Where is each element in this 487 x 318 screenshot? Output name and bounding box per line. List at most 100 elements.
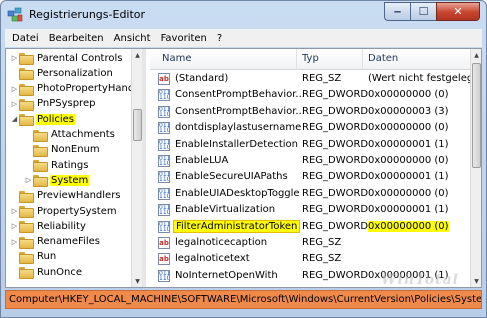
tree-item-label: PnPSysprep [37,98,96,110]
value-row[interactable]: 011 110 EnableVirtualization REG_DWORD 0x00… [150,203,470,218]
expand-arrow-icon[interactable]: ▷ [24,176,33,184]
value-row[interactable]: 011 110 EnableUIADesktopToggle REG_DWORD 0x… [150,187,470,202]
tree-item-label: RenameFiles [37,236,100,248]
value-data: 0x00000000 (0) [368,220,449,232]
value-name: EnableInstallerDetection [175,138,299,150]
value-row[interactable]: 011 110 FilterAdministratorToken REG_DWORD… [150,219,470,235]
value-type: REG_SZ [302,237,342,248]
value-type: REG_DWORD [302,269,369,281]
menu-view[interactable]: Ansicht [109,33,156,44]
menu-favorites[interactable]: Favoriten [156,33,212,44]
folder-icon [19,221,34,234]
folder-icon [19,68,34,81]
tree-item[interactable]: Run [10,250,57,264]
list-scrollbar[interactable]: ▲ ▼ [470,49,481,287]
list-scroll-thumb[interactable] [472,63,481,168]
folder-icon [33,129,48,142]
tree-item[interactable]: ▷ PhotoPropertyHand [10,82,135,96]
value-name: ConsentPromptBehavior... [175,89,305,101]
value-row[interactable]: 011 110 EnableSecureUIAPaths REG_DWORD 0x00… [150,170,470,185]
value-row[interactable]: ab legalnoticecaption REG_SZ [150,236,470,251]
value-row[interactable]: ab (Standard) REG_SZ (Wert nicht festgelegt [150,72,477,87]
value-name: EnableUIADesktopToggle [175,187,300,199]
close-button[interactable]: ✕ [436,2,480,21]
folder-icon [19,83,34,96]
tree-item-label: Parental Controls [37,52,123,64]
tree-item-label: Personalization [37,67,113,79]
column-header-name[interactable]: Name [162,53,192,64]
folder-icon [19,267,34,280]
tree-item-label: Policies [36,113,75,125]
value-row[interactable]: 011 110 ConsentPromptBehavior... REG_DWORD… [150,105,470,120]
tree-item[interactable]: ▷ PnPSysprep [10,97,96,111]
string-value-icon: ab [158,253,170,266]
minimize-button[interactable]: ‒ [384,2,410,21]
value-list: Name Typ Daten ab (Standard) REG_SZ (Wert n… [150,49,481,287]
scroll-down-icon[interactable]: ▼ [132,275,142,287]
title-bar[interactable]: Registrierungs-Editor ‒ ☐ ✕ [1,1,486,29]
tree-item[interactable]: ▷ System [24,173,90,188]
tree-item[interactable]: ▷ PropertySystem [10,204,118,218]
value-data: 0x00000000 (0) [368,122,449,134]
key-tree: ▷ Parental Controls Personalization ▷ PhotoP… [6,49,146,287]
value-type: REG_DWORD [302,105,369,117]
expand-arrow-icon[interactable]: ▷ [10,207,19,215]
dword-value-icon: 011 110 [158,204,170,217]
expand-arrow-icon[interactable]: ▷ [10,54,19,62]
string-value-icon: ab [158,73,170,85]
dword-value-icon: 011 110 [158,138,170,151]
tree-scroll-thumb[interactable] [133,109,142,141]
maximize-button[interactable]: ☐ [410,2,436,21]
folder-icon [19,98,34,111]
tree-item[interactable]: ◢ Policies [10,112,75,127]
expand-arrow-icon[interactable]: ▷ [10,222,19,230]
tree-item-label: System [50,174,90,186]
expand-arrow-icon[interactable]: ◢ [10,115,19,123]
registry-editor-icon [7,7,23,22]
tree-item[interactable]: Ratings [24,158,89,173]
menu-help[interactable]: ? [212,33,227,44]
menu-file[interactable]: Datei [7,33,44,44]
tree-item-label: PhotoPropertyHand [37,83,135,95]
value-type: REG_DWORD [302,122,369,134]
value-row[interactable]: 011 110 EnableInstallerDetection REG_DWORD… [150,138,470,153]
tree-item[interactable]: Personalization [10,66,114,81]
tree-item[interactable]: NonEnum [24,143,101,157]
value-row[interactable]: 011 110 ConsentPromptBehavior... REG_DWORD… [150,88,470,103]
string-value-icon: ab [158,237,170,249]
value-name: EnableVirtualization [175,204,276,216]
expand-arrow-icon[interactable]: ▷ [10,100,19,108]
column-header-type[interactable]: Typ [302,53,319,64]
tree-item-label: PropertySystem [37,205,117,217]
tree-item[interactable]: RunOnce [10,265,83,280]
tree-item[interactable]: PreviewHandlers [10,189,122,203]
value-type: REG_DWORD [302,220,369,232]
value-type: REG_SZ [302,253,342,265]
folder-icon [19,251,34,264]
tree-item[interactable]: ▷ Parental Controls [10,51,123,65]
value-type: REG_DWORD [302,171,369,183]
tree-item[interactable]: ▷ Reliability [10,219,87,234]
tree-item[interactable]: Attachments [24,128,116,142]
value-name: FilterAdministratorToken [173,219,301,233]
expand-arrow-icon[interactable]: ▷ [10,238,19,246]
close-icon: ✕ [453,5,463,18]
dword-value-icon: 011 110 [158,269,170,282]
watermark: WinTotal [381,272,459,288]
list-scroll-up-icon[interactable]: ▲ [471,49,481,61]
scroll-up-icon[interactable]: ▲ [132,49,142,61]
value-row[interactable]: 011 110 EnableLUA REG_DWORD 0x00000000 (0) [150,154,470,169]
menu-edit[interactable]: Bearbeiten [44,33,109,44]
tree-item[interactable]: ▷ RenameFiles [10,235,101,249]
dword-value-icon: 011 110 [158,171,170,184]
tree-scrollbar[interactable]: ▲ ▼ [131,49,142,287]
tree-item-label: Run [37,251,57,263]
expand-arrow-icon[interactable]: ▷ [10,85,19,93]
value-row[interactable]: 011 110 dontdisplaylastusername REG_DWORD 0… [150,121,470,136]
tree-item-label: Attachments [51,129,115,140]
list-scroll-down-icon[interactable]: ▼ [471,275,481,287]
value-name: EnableLUA [175,155,229,166]
list-header: Name Typ Daten [150,49,481,70]
column-header-data[interactable]: Daten [368,53,398,64]
value-row[interactable]: ab legalnoticetext REG_SZ [150,252,470,267]
